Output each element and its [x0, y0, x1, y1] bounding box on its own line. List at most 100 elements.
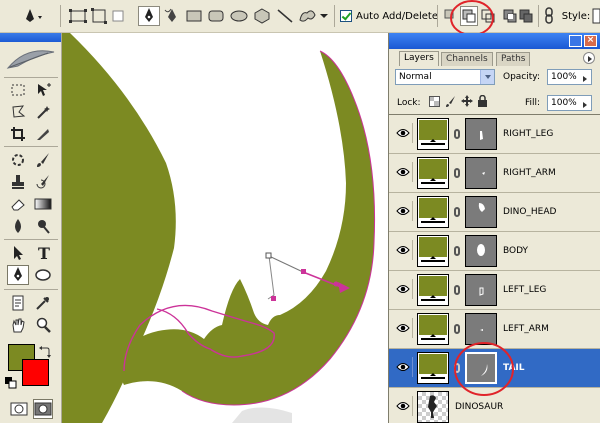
pen-tool-preset-icon[interactable] — [22, 6, 46, 26]
rectangle-tool-icon[interactable] — [184, 6, 204, 26]
layer-row-right-leg[interactable]: RIGHT_LEG — [389, 115, 600, 154]
annotation-circle — [454, 342, 514, 396]
close-icon[interactable]: × — [584, 35, 597, 47]
minimize-icon[interactable] — [569, 35, 582, 47]
rounded-rectangle-tool-icon[interactable] — [206, 6, 226, 26]
quick-mask-mode-icon[interactable] — [33, 399, 53, 419]
fill-field[interactable]: 100% — [547, 95, 592, 111]
vector-mask-thumbnail[interactable] — [465, 118, 497, 150]
layer-row-body[interactable]: BODY — [389, 232, 600, 271]
eye-icon[interactable] — [393, 279, 413, 299]
hand-tool-icon[interactable] — [7, 315, 29, 335]
gradient-tool-icon[interactable] — [32, 194, 54, 214]
link-icon[interactable] — [454, 207, 460, 217]
eye-icon[interactable] — [393, 162, 413, 182]
lock-all-icon[interactable] — [477, 94, 488, 110]
link-icon[interactable] — [542, 6, 556, 26]
auto-add-delete-option[interactable]: Auto Add/Delete — [340, 6, 440, 26]
brush-tool-icon[interactable] — [32, 150, 54, 170]
dodge-tool-icon[interactable] — [32, 216, 54, 236]
history-brush-icon[interactable] — [32, 172, 54, 192]
exclude-overlap-icon[interactable] — [502, 6, 518, 26]
ellipse-tool-icon[interactable] — [228, 6, 250, 26]
link-icon[interactable] — [454, 168, 460, 178]
type-tool-icon[interactable]: T — [32, 243, 54, 263]
eyedropper-tool-icon[interactable] — [32, 293, 54, 313]
link-icon[interactable] — [454, 129, 460, 139]
lock-image-icon[interactable] — [445, 95, 457, 110]
blur-tool-icon[interactable] — [7, 216, 29, 236]
layer-row-left-leg[interactable]: LEFT_LEG — [389, 271, 600, 310]
shape-layers-mode-icon[interactable] — [68, 6, 88, 26]
auto-add-delete-label: Auto Add/Delete — [356, 10, 438, 22]
svg-text:T: T — [38, 245, 50, 261]
pen-tool-icon[interactable] — [7, 265, 29, 285]
selected-anchor-point — [301, 269, 306, 274]
lock-transparent-icon[interactable] — [429, 96, 440, 110]
default-colors-icon[interactable] — [5, 377, 17, 392]
palette-menu-icon[interactable] — [583, 52, 595, 64]
magic-wand-icon[interactable] — [32, 102, 54, 122]
ellipse-shape-tool-icon[interactable] — [32, 265, 54, 285]
eye-icon[interactable] — [393, 357, 413, 377]
blend-mode-select[interactable]: Normal — [395, 69, 495, 85]
opacity-field[interactable]: 100% — [547, 69, 592, 85]
layer-row-right-arm[interactable]: RIGHT_ARM — [389, 154, 600, 193]
eye-icon[interactable] — [393, 240, 413, 260]
eye-icon[interactable] — [393, 318, 413, 338]
background-color-swatch[interactable] — [22, 359, 49, 386]
eye-icon[interactable] — [393, 396, 413, 416]
custom-shape-tool-icon[interactable] — [296, 6, 318, 26]
vector-mask-thumbnail[interactable] — [465, 274, 497, 306]
polygon-tool-icon[interactable] — [252, 6, 272, 26]
palette-titlebar[interactable]: × — [389, 33, 600, 49]
freeform-pen-icon[interactable] — [163, 6, 181, 26]
line-tool-icon[interactable] — [275, 6, 295, 26]
standard-mode-icon[interactable] — [9, 399, 29, 419]
direction-line — [268, 255, 304, 273]
layer-row-dino-head[interactable]: DINO_HEAD — [389, 193, 600, 232]
notes-tool-icon[interactable] — [7, 293, 29, 313]
vector-mask-thumbnail[interactable] — [465, 235, 497, 267]
document-canvas[interactable] — [62, 33, 388, 423]
link-icon[interactable] — [454, 285, 460, 295]
layer-name: LEFT_ARM — [503, 324, 549, 334]
lock-position-icon[interactable] — [461, 95, 473, 110]
feather-icon[interactable] — [4, 46, 58, 74]
fill-value: 100% — [551, 98, 577, 108]
eye-icon[interactable] — [393, 123, 413, 143]
zoom-tool-icon[interactable] — [32, 315, 54, 335]
toolbox-titlebar[interactable] — [0, 33, 61, 42]
slice-tool-icon[interactable] — [32, 124, 54, 144]
toolbox: T — [0, 33, 62, 423]
vector-mask-thumbnail[interactable] — [465, 157, 497, 189]
fill-pixels-mode-icon[interactable] — [110, 6, 126, 26]
path-selection-icon[interactable] — [7, 243, 29, 263]
chevron-down-icon[interactable] — [480, 70, 494, 84]
clone-stamp-icon[interactable] — [7, 172, 29, 192]
auto-add-delete-checkbox[interactable] — [340, 10, 352, 22]
marquee-tool-icon[interactable] — [7, 80, 29, 100]
anchor-point — [265, 252, 272, 259]
tab-channels[interactable]: Channels — [441, 52, 493, 66]
vector-mask-thumbnail[interactable] — [465, 196, 497, 228]
crop-tool-icon[interactable] — [7, 124, 29, 144]
pen-tool-button[interactable] — [138, 6, 160, 26]
link-icon[interactable] — [454, 246, 460, 256]
layer-list: RIGHT_LEG RIGHT_ARM DINO_HEAD BODY LEFT_… — [389, 114, 600, 423]
chevron-down-icon[interactable] — [319, 6, 329, 26]
move-tool-icon[interactable] — [32, 80, 54, 100]
lasso-tool-icon[interactable] — [7, 102, 29, 122]
eraser-tool-icon[interactable] — [7, 194, 29, 214]
link-icon[interactable] — [454, 324, 460, 334]
combine-shapes-icon[interactable] — [518, 6, 534, 26]
opacity-value: 100% — [551, 72, 577, 82]
paths-mode-icon[interactable] — [90, 6, 108, 26]
style-picker[interactable] — [592, 6, 600, 26]
opacity-slider-arrow-icon[interactable] — [581, 70, 591, 84]
fill-slider-arrow-icon[interactable] — [581, 96, 591, 110]
tab-paths[interactable]: Paths — [496, 52, 531, 66]
tab-layers[interactable]: Layers — [399, 51, 439, 66]
healing-brush-icon[interactable] — [7, 150, 29, 170]
eye-icon[interactable] — [393, 201, 413, 221]
